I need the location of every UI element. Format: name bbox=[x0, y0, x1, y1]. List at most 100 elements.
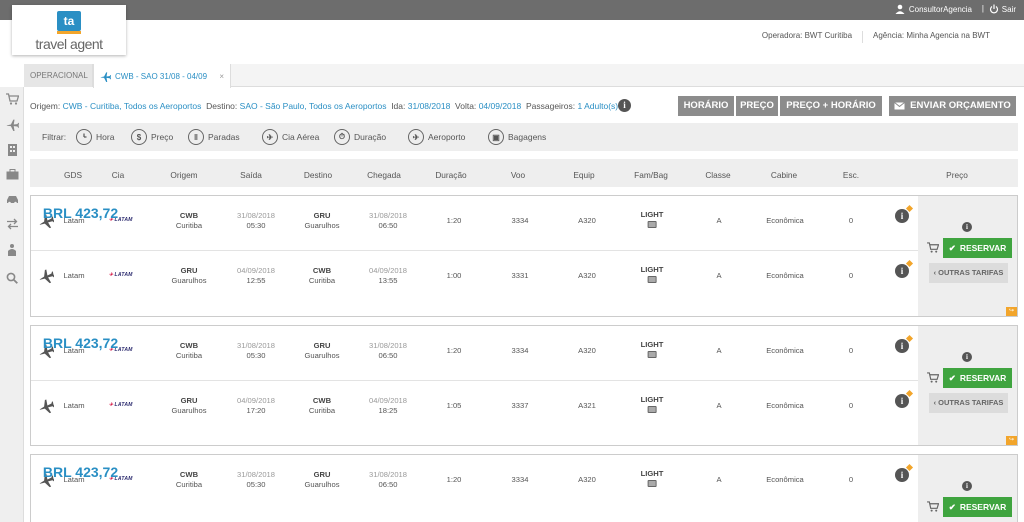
hotel-icon[interactable] bbox=[5, 142, 19, 156]
user-icon bbox=[895, 4, 905, 14]
filter-paradas[interactable]: ‖ Paradas bbox=[188, 129, 240, 145]
share-corner-icon[interactable]: ↪ bbox=[1006, 436, 1017, 445]
flight-segment-row[interactable]: LatamLATAMCWBCuritiba31/08/201805:30GRUG… bbox=[31, 326, 920, 376]
transfer-icon[interactable] bbox=[5, 217, 19, 231]
logo[interactable]: ta travel agent bbox=[12, 5, 126, 55]
col-voo: Voo bbox=[510, 170, 526, 180]
insurance-icon[interactable] bbox=[5, 242, 19, 256]
agencia-info: Agência: Minha Agencia na BWT bbox=[873, 31, 990, 43]
other-fares-button[interactable]: ‹ OUTRAS TARIFAS bbox=[929, 393, 1008, 413]
segment-info[interactable]: i bbox=[895, 334, 914, 353]
fare-family[interactable]: LIGHT bbox=[641, 340, 663, 358]
logo-text: travel agent bbox=[35, 36, 103, 52]
fare-family[interactable]: LIGHT bbox=[640, 395, 664, 413]
filter-aeroporto[interactable]: ✈ Aeroporto bbox=[408, 129, 465, 145]
logout-button[interactable]: Sair bbox=[989, 4, 1016, 14]
volta-value[interactable]: 04/09/2018 bbox=[479, 101, 522, 111]
segment-info[interactable]: i bbox=[895, 389, 914, 408]
tab-search[interactable]: CWB - SAO 31/08 - 04/09 × bbox=[93, 64, 231, 88]
price-info-icon[interactable]: i bbox=[962, 352, 972, 362]
flight-segment-row[interactable]: LatamLATAMGRUGuarulhos04/09/201812:55CWB… bbox=[31, 251, 920, 301]
send-quote-button[interactable]: ENVIAR ORÇAMENTO bbox=[889, 96, 1016, 116]
departure-icon: ✈ bbox=[408, 129, 424, 145]
check-icon: ✔ bbox=[948, 243, 956, 253]
segment-info[interactable]: i bbox=[895, 204, 914, 223]
tab-operacional[interactable]: OPERACIONAL bbox=[24, 64, 93, 87]
send-quote-label: ENVIAR ORÇAMENTO bbox=[910, 100, 1011, 111]
col-equip: Equip bbox=[573, 170, 595, 180]
passageiros-value[interactable]: 1 Adulto(s) bbox=[577, 101, 618, 111]
agencia-label: Agência: bbox=[873, 31, 905, 40]
fare-family[interactable]: LIGHT bbox=[641, 210, 663, 228]
destino-value[interactable]: SAO - São Paulo, Todos os Aeroportos bbox=[240, 101, 387, 111]
flight-segment-row[interactable]: LatamLATAMCWBCuritiba31/08/201805:30GRUG… bbox=[31, 455, 920, 505]
reserve-button[interactable]: ✔ RESERVAR bbox=[943, 497, 1012, 517]
duration: 1:05 bbox=[446, 401, 462, 410]
cart-icon[interactable] bbox=[927, 372, 940, 384]
filter-duracao-label: Duração bbox=[354, 132, 387, 142]
search-icon[interactable] bbox=[5, 271, 19, 285]
sort-horario-button[interactable]: HORÁRIO bbox=[678, 96, 734, 116]
fare-family-label: LIGHT bbox=[640, 395, 664, 404]
top-bar: ConsultorAgencia | Sair bbox=[0, 0, 1024, 20]
share-corner-icon[interactable]: ↪ bbox=[1006, 307, 1017, 316]
arrival-time: 06:50 bbox=[378, 480, 398, 489]
tab-close-icon[interactable]: × bbox=[219, 65, 224, 88]
info-icon: i bbox=[895, 394, 909, 408]
car-icon[interactable] bbox=[5, 192, 19, 206]
baggage-icon bbox=[647, 221, 657, 228]
info-icon: i bbox=[895, 339, 909, 353]
filter-duracao[interactable]: ⏱ Duração bbox=[334, 129, 386, 145]
departure-time: 12:55 bbox=[246, 276, 266, 285]
other-fares-button[interactable]: ‹ OUTRAS TARIFAS bbox=[929, 263, 1008, 283]
package-icon[interactable] bbox=[5, 167, 19, 181]
destination-code: GRU bbox=[313, 470, 331, 479]
filter-hora[interactable]: Hora bbox=[76, 129, 114, 145]
col-fambag: Fam/Bag bbox=[634, 170, 668, 180]
reserve-button[interactable]: ✔ RESERVAR bbox=[943, 238, 1012, 258]
power-icon bbox=[989, 4, 998, 14]
cart-icon[interactable] bbox=[927, 242, 940, 254]
destination-city: Curitiba bbox=[308, 406, 336, 415]
origin-city: Guarulhos bbox=[171, 406, 207, 415]
sort-preco-button[interactable]: PREÇO bbox=[736, 96, 778, 116]
destino-label: Destino: bbox=[206, 101, 238, 111]
departure-time: 05:30 bbox=[246, 351, 266, 360]
plane-icon bbox=[100, 71, 111, 82]
cart-icon[interactable] bbox=[927, 501, 940, 513]
reserve-label: RESERVAR bbox=[959, 243, 1007, 253]
arrival-time: 13:55 bbox=[378, 276, 398, 285]
luggage-icon: ▣ bbox=[488, 129, 504, 145]
fare-family[interactable]: LIGHT bbox=[641, 469, 663, 487]
segment-info[interactable]: i bbox=[895, 259, 914, 278]
filter-bagagens[interactable]: ▣ Bagagens bbox=[488, 129, 546, 145]
reserve-button[interactable]: ✔ RESERVAR bbox=[943, 368, 1012, 388]
flight-icon[interactable] bbox=[5, 117, 19, 131]
user-menu[interactable]: ConsultorAgencia bbox=[895, 4, 972, 14]
segment-info[interactable]: i bbox=[895, 463, 914, 482]
duration: 1:20 bbox=[446, 475, 462, 484]
filter-cia[interactable]: ✈ Cia Aérea bbox=[262, 129, 319, 145]
arrival-time: 06:50 bbox=[378, 351, 398, 360]
fare-family[interactable]: LIGHT bbox=[641, 265, 663, 283]
duration: 1:20 bbox=[446, 216, 462, 225]
col-gds: GDS bbox=[64, 170, 82, 180]
flight-segment-row[interactable]: LatamLATAMCWBCuritiba31/08/201805:30GRUG… bbox=[31, 196, 920, 246]
departure-date: 31/08/2018 bbox=[236, 470, 276, 479]
filter-preco[interactable]: $ Preço bbox=[131, 129, 173, 145]
sort-preco-horario-button[interactable]: PREÇO + HORÁRIO bbox=[780, 96, 882, 116]
price-info-icon[interactable]: i bbox=[962, 481, 972, 491]
price-info-icon[interactable]: i bbox=[962, 222, 972, 232]
operadora-info: Operadora: BWT Curitiba bbox=[762, 31, 852, 43]
cart-icon[interactable] bbox=[5, 92, 19, 106]
origem-value[interactable]: CWB - Curitiba, Todos os Aeroportos bbox=[63, 101, 202, 111]
search-info-icon[interactable]: i bbox=[618, 99, 631, 112]
col-classe: Classe bbox=[705, 170, 731, 180]
flight-segment-row[interactable]: LatamLATAMGRUGuarulhos04/09/201817:20CWB… bbox=[31, 381, 920, 431]
origin-city: Guarulhos bbox=[171, 276, 207, 285]
departure-date: 31/08/2018 bbox=[236, 211, 276, 220]
result-card: LatamLATAMCWBCuritiba31/08/201805:30GRUG… bbox=[30, 325, 1018, 446]
timer-icon: ⏱ bbox=[334, 129, 350, 145]
equipment: A321 bbox=[578, 401, 596, 410]
ida-value[interactable]: 31/08/2018 bbox=[408, 101, 451, 111]
